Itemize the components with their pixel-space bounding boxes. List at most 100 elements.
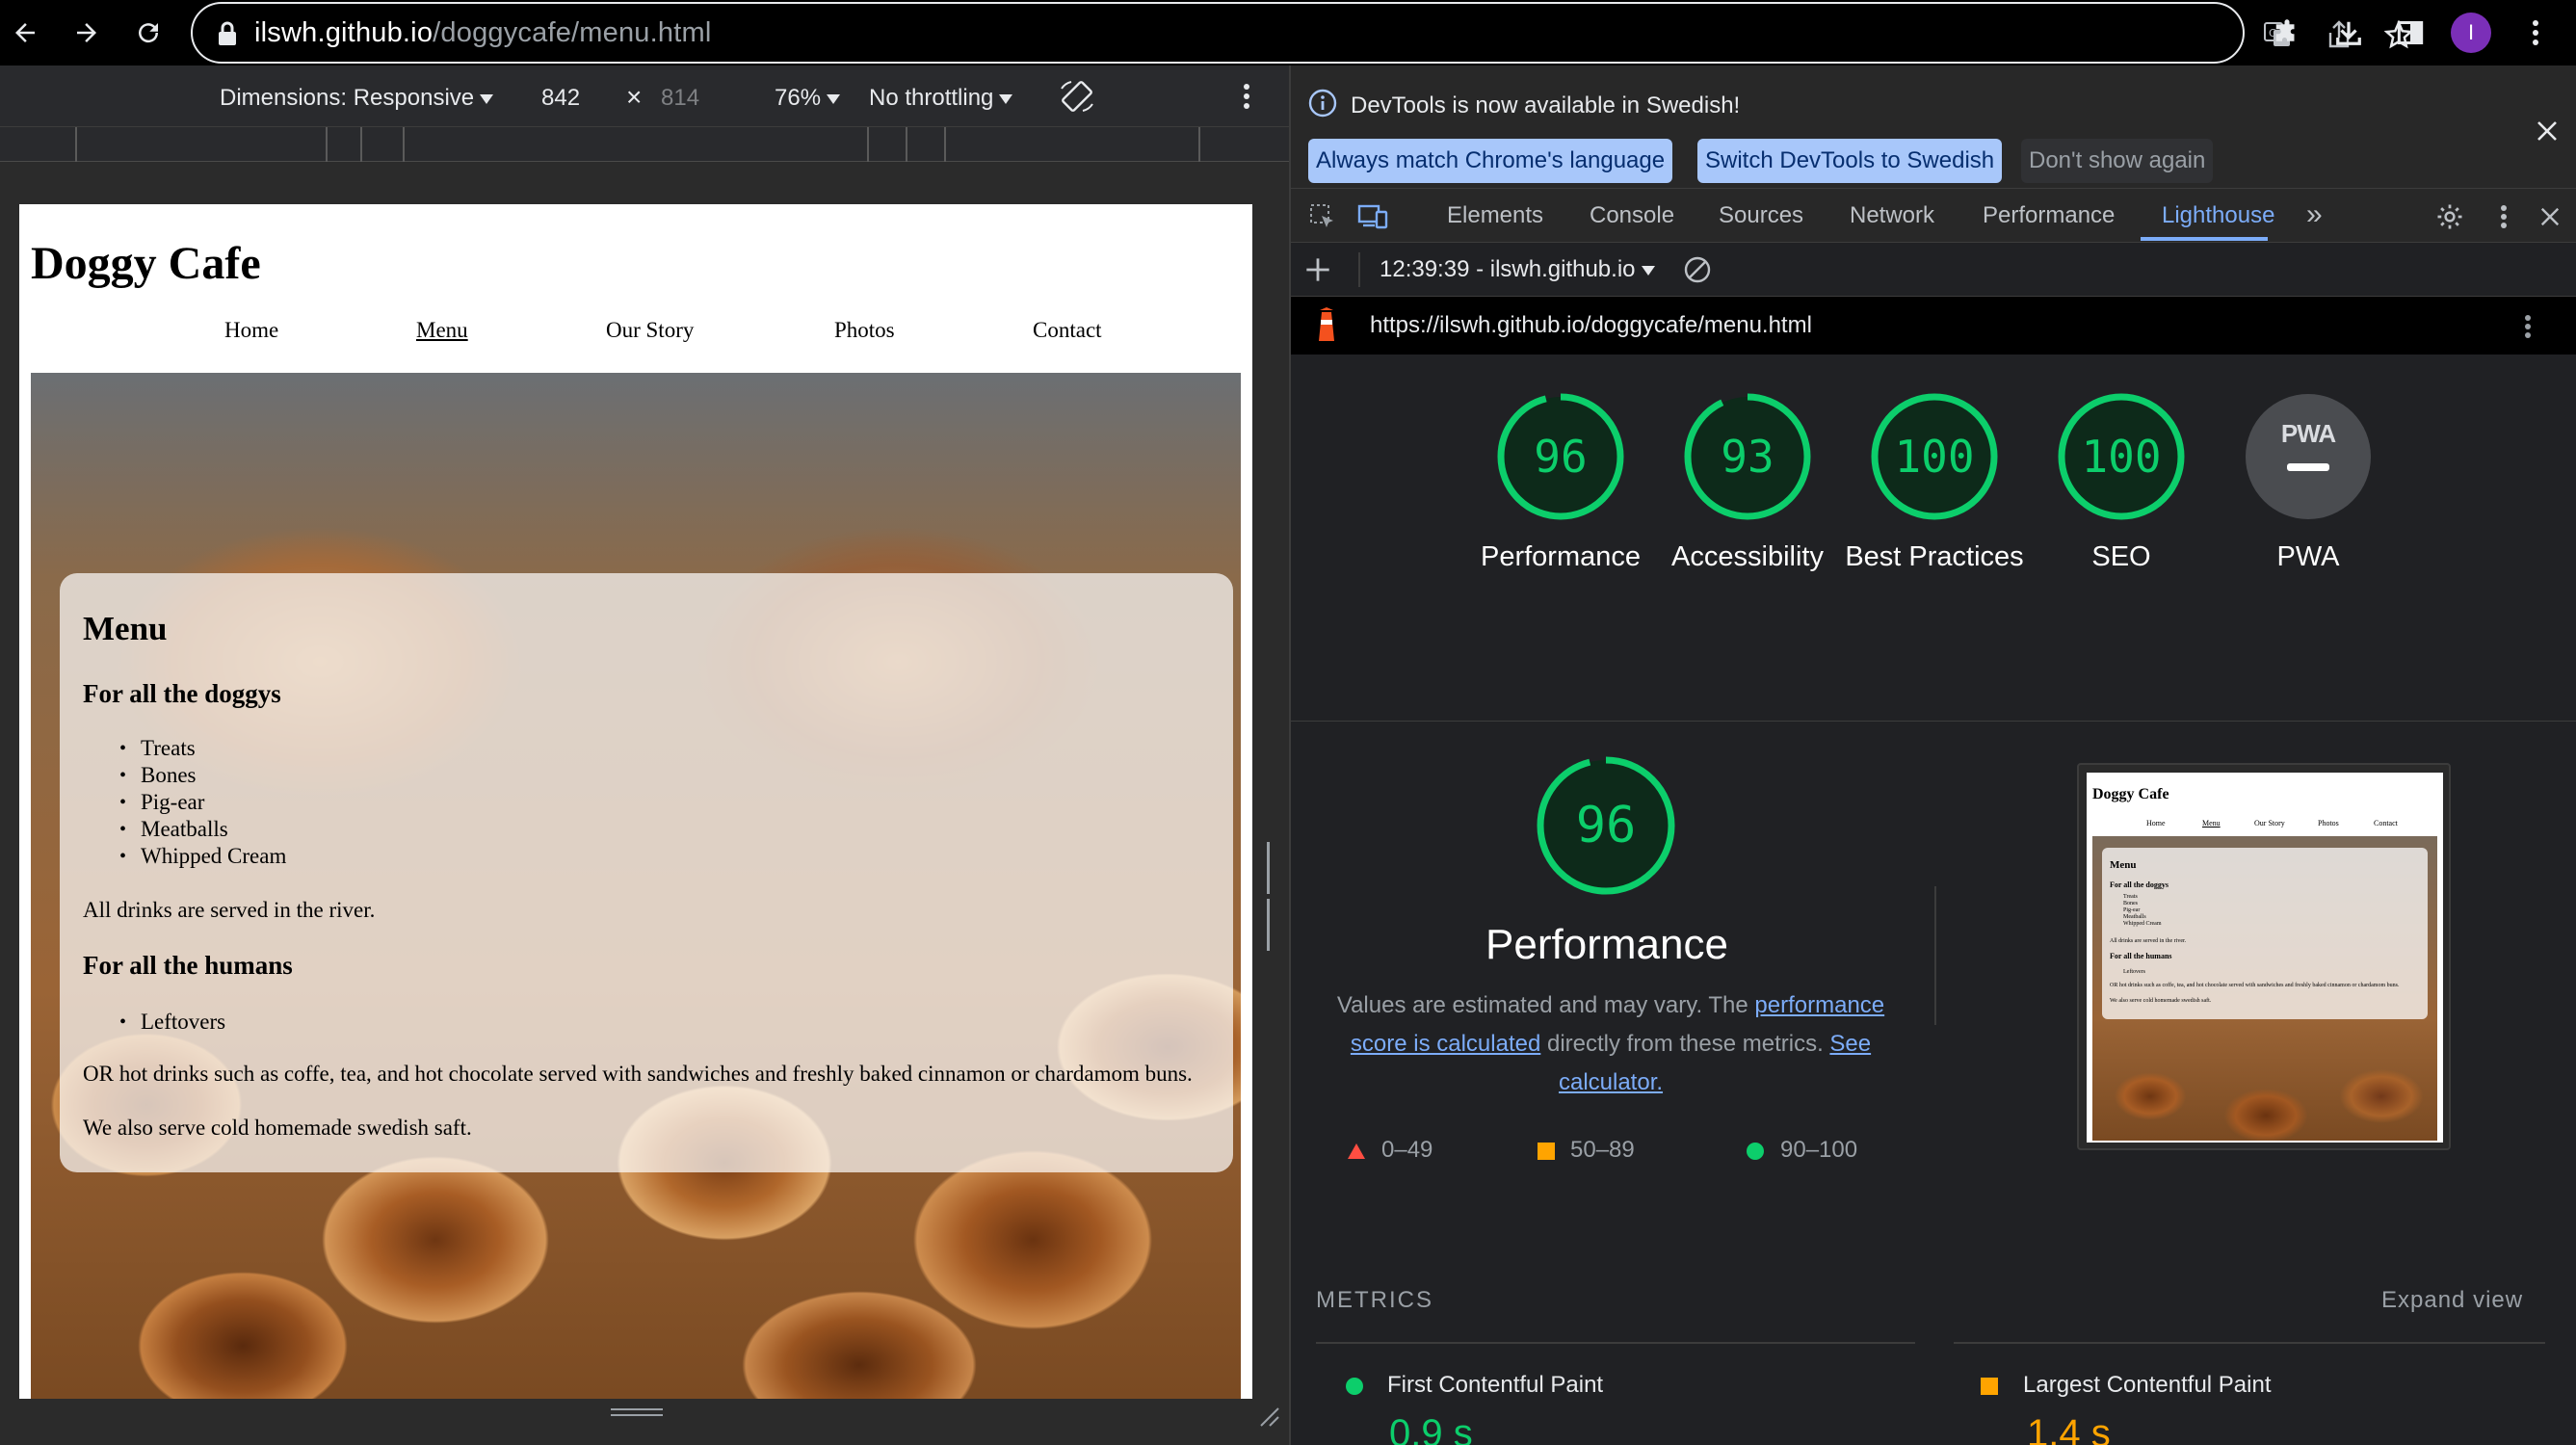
profile-avatar[interactable]: I (2451, 13, 2491, 53)
nav-contact[interactable]: Contact (1033, 318, 1102, 343)
infobar-close-icon[interactable] (2536, 119, 2559, 147)
performance-detail-score: 96 (1575, 797, 1637, 854)
legend-fail: 0–49 (1347, 1137, 1433, 1164)
humans-note-1: OR hot drinks such as coffe, tea, and ho… (83, 1062, 1193, 1086)
settings-gear-icon[interactable] (2433, 200, 2466, 233)
reload-icon[interactable] (129, 13, 168, 52)
thumb-nav-item: Menu (2202, 819, 2221, 828)
lcp-value: 1.4 s (2027, 1412, 2111, 1445)
nav-photos[interactable]: Photos (834, 318, 895, 343)
tab-network[interactable]: Network (1850, 202, 1934, 229)
metric-largest-contentful-paint: Largest Contentful Paint (1981, 1372, 2272, 1399)
throttling-select[interactable]: No throttling (869, 85, 1013, 112)
pass-circle-icon (1346, 1377, 1363, 1395)
doggys-list: Treats Bones Pig-ear Meatballs Whipped C… (141, 735, 286, 870)
best-practices-label: Best Practices (1845, 541, 2024, 572)
device-toggle-icon[interactable] (1356, 200, 1389, 233)
fcp-value: 0.9 s (1389, 1412, 1473, 1445)
address-url[interactable]: ilswh.github.io/doggycafe/menu.html (254, 17, 711, 49)
nav-our-story[interactable]: Our Story (606, 318, 694, 343)
media-query-ruler[interactable] (0, 127, 1289, 162)
pass-circle-icon (1747, 1142, 1764, 1160)
thumb-menu-heading: Menu (2110, 859, 2137, 871)
viewport-corner-resize-icon[interactable] (1257, 1405, 1280, 1432)
average-square-icon (1538, 1142, 1555, 1160)
best-practices-gauge[interactable]: 100 (1870, 392, 1999, 521)
metrics-heading: METRICS (1316, 1287, 1433, 1313)
language-infobar: DevTools is now available in Swedish! Al… (1291, 66, 2576, 189)
browser-menu-icon[interactable] (2516, 13, 2555, 52)
metrics-divider (1316, 1342, 1915, 1344)
performance-title: Performance (1485, 921, 1728, 968)
browser-toolbar: ilswh.github.io/doggycafe/menu.html G I (0, 0, 2576, 66)
pwa-badge-text: PWA (2280, 419, 2336, 448)
infobar-message: DevTools is now available in Swedish! (1351, 92, 1741, 118)
humans-list: Leftovers (141, 1009, 225, 1036)
report-url[interactable]: https://ilswh.github.io/doggycafe/menu.h… (1370, 312, 1812, 339)
thumb-nav-item: Our Story (2254, 819, 2285, 828)
pwa-gauge[interactable]: PWA (2244, 392, 2373, 521)
nav-home[interactable]: Home (224, 318, 278, 343)
viewport-height-resize-handle[interactable] (611, 1408, 663, 1418)
thumb-background-image: Menu For all the doggys Treats Bones Pig… (2092, 836, 2437, 1141)
more-tabs-icon[interactable]: » (2306, 198, 2323, 231)
report-select[interactable]: 12:39:39 - ilswh.github.io (1380, 256, 1655, 283)
thumb-nav-item: Contact (2374, 819, 2398, 828)
thumb-humans-heading: For all the humans (2110, 952, 2172, 960)
info-icon (1308, 89, 1337, 122)
extensions-icon[interactable] (2268, 13, 2306, 52)
pwa-label: PWA (2276, 541, 2340, 572)
dont-show-again-button[interactable]: Don't show again (2021, 139, 2214, 183)
tab-sources[interactable]: Sources (1719, 202, 1803, 229)
address-bar[interactable]: ilswh.github.io/doggycafe/menu.html G (191, 2, 2413, 64)
device-emulation-pane: Dimensions: Responsive 842 × 814 76% No … (0, 66, 1289, 1445)
doggys-heading: For all the doggys (83, 679, 281, 708)
drinks-note: All drinks are served in the river. (83, 898, 376, 922)
seo-label: SEO (2091, 541, 2151, 572)
legend-pass: 90–100 (1746, 1137, 1857, 1164)
cinnamon-buns-background-image: Menu For all the doggys Treats Bones Pig… (31, 373, 1241, 1399)
nav-menu[interactable]: Menu (416, 318, 468, 343)
list-item: Treats (141, 735, 286, 762)
devtools-menu-icon[interactable] (2487, 200, 2520, 233)
expand-view-button[interactable]: Expand view (2381, 1287, 2523, 1314)
tab-console[interactable]: Console (1590, 202, 1674, 229)
performance-gauge[interactable]: 96 (1496, 392, 1625, 521)
inspect-element-icon[interactable] (1306, 200, 1339, 233)
new-report-plus-icon[interactable] (1304, 256, 1331, 288)
clear-reports-icon[interactable] (1682, 254, 1713, 290)
metrics-divider (1954, 1342, 2545, 1344)
back-icon[interactable] (6, 13, 44, 52)
close-devtools-icon[interactable] (2534, 200, 2566, 233)
rotate-icon[interactable] (1058, 79, 1096, 118)
devtools-tabbar: Elements Console Sources Network Perform… (1291, 189, 2576, 243)
final-screenshot-thumbnail[interactable]: Doggy Cafe Home Menu Our Story Photos Co… (2077, 763, 2451, 1150)
width-input[interactable]: 842 (541, 85, 580, 112)
tab-elements[interactable]: Elements (1447, 202, 1543, 229)
list-item: Leftovers (141, 1009, 225, 1036)
active-tab-indicator (2141, 237, 2268, 241)
pane-resize-handle[interactable] (1267, 842, 1276, 951)
height-input[interactable]: 814 (661, 85, 699, 112)
forward-icon[interactable] (67, 13, 106, 52)
list-item: Whipped Cream (141, 843, 286, 870)
switch-to-swedish-button[interactable]: Switch DevTools to Swedish (1697, 139, 2003, 183)
dimensions-select[interactable]: Dimensions: Responsive (220, 85, 494, 112)
dimension-separator: × (626, 82, 643, 112)
accessibility-gauge[interactable]: 93 (1683, 392, 1812, 521)
seo-gauge[interactable]: 100 (2057, 392, 2186, 521)
zoom-select[interactable]: 76% (775, 85, 841, 112)
site-nav: Home Menu Our Story Photos Contact (19, 318, 1252, 356)
report-menu-icon[interactable] (2524, 314, 2532, 344)
thumb-drinks: All drinks are served in the river. (2110, 938, 2187, 944)
always-match-language-button[interactable]: Always match Chrome's language (1308, 139, 1673, 183)
device-toolbar-menu-icon[interactable] (1243, 83, 1250, 115)
accessibility-label: Accessibility (1671, 541, 1824, 572)
download-icon[interactable] (2329, 13, 2368, 52)
menu-card: Menu For all the doggys Treats Bones Pig… (60, 573, 1233, 1172)
average-square-icon (1981, 1377, 1998, 1395)
tab-performance[interactable]: Performance (1983, 202, 2115, 229)
tab-lighthouse[interactable]: Lighthouse (2162, 202, 2274, 229)
pwa-badge-icon (2246, 394, 2371, 519)
side-panel-icon[interactable] (2391, 13, 2430, 52)
